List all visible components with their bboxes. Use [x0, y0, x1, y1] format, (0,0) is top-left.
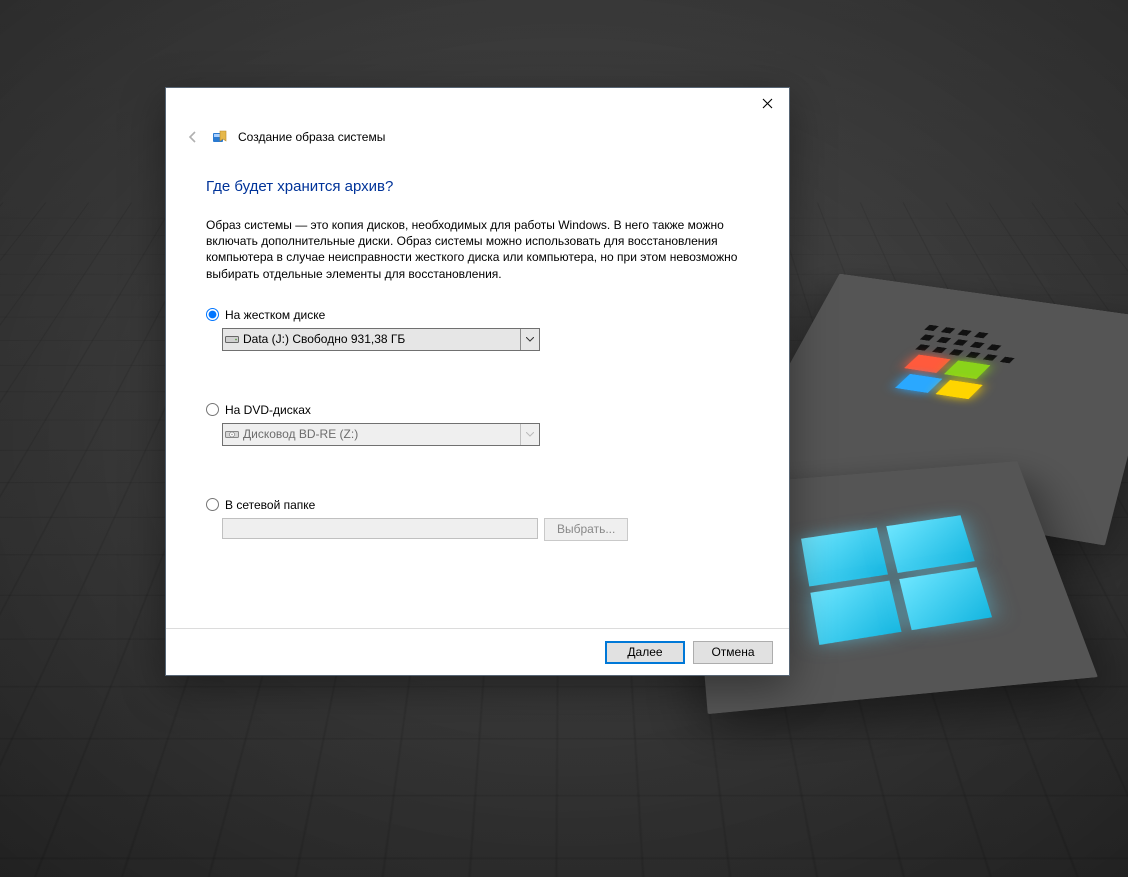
- option-dvd: На DVD-дисках Дисковод BD-RE (Z:): [206, 403, 749, 446]
- radio-dvd-label: На DVD-дисках: [225, 403, 311, 417]
- wizard-title: Создание образа системы: [238, 130, 385, 144]
- titlebar: [166, 88, 789, 118]
- radio-network-input[interactable]: [206, 498, 219, 511]
- radio-dvd-input[interactable]: [206, 403, 219, 416]
- chevron-down-icon[interactable]: [520, 329, 539, 350]
- back-arrow-icon: [184, 128, 202, 146]
- option-network: В сетевой папке Выбрать...: [206, 498, 749, 541]
- next-button[interactable]: Далее: [605, 641, 685, 664]
- hard-disk-selected: Data (J:) Свободно 931,38 ГБ: [241, 332, 520, 346]
- browse-button: Выбрать...: [544, 518, 628, 541]
- radio-hard-disk-input[interactable]: [206, 308, 219, 321]
- radio-hard-disk[interactable]: На жестком диске: [206, 308, 749, 322]
- radio-network-label: В сетевой папке: [225, 498, 315, 512]
- dvd-combobox: Дисковод BD-RE (Z:): [222, 423, 540, 446]
- wizard-footer: Далее Отмена: [166, 628, 789, 675]
- dvd-selected: Дисковод BD-RE (Z:): [241, 427, 520, 441]
- system-image-wizard-dialog: Создание образа системы Где будет хранит…: [165, 87, 790, 676]
- page-description: Образ системы — это копия дисков, необхо…: [206, 217, 741, 282]
- chevron-down-icon: [520, 424, 539, 445]
- optical-drive-icon: [223, 428, 241, 440]
- option-hard-disk: На жестком диске Data (J:) Свободно 931,…: [206, 308, 749, 351]
- hdd-icon: [223, 333, 241, 345]
- radio-dvd[interactable]: На DVD-дисках: [206, 403, 749, 417]
- wizard-header: Создание образа системы: [166, 118, 789, 156]
- radio-network[interactable]: В сетевой папке: [206, 498, 749, 512]
- close-button[interactable]: [751, 91, 783, 115]
- network-path-input: [222, 518, 538, 539]
- radio-hard-disk-label: На жестком диске: [225, 308, 325, 322]
- backup-app-icon: [212, 129, 228, 145]
- page-heading: Где будет хранится архив?: [206, 178, 749, 195]
- cancel-button[interactable]: Отмена: [693, 641, 773, 664]
- hard-disk-combobox[interactable]: Data (J:) Свободно 931,38 ГБ: [222, 328, 540, 351]
- desktop-wallpaper: Создание образа системы Где будет хранит…: [0, 0, 1128, 877]
